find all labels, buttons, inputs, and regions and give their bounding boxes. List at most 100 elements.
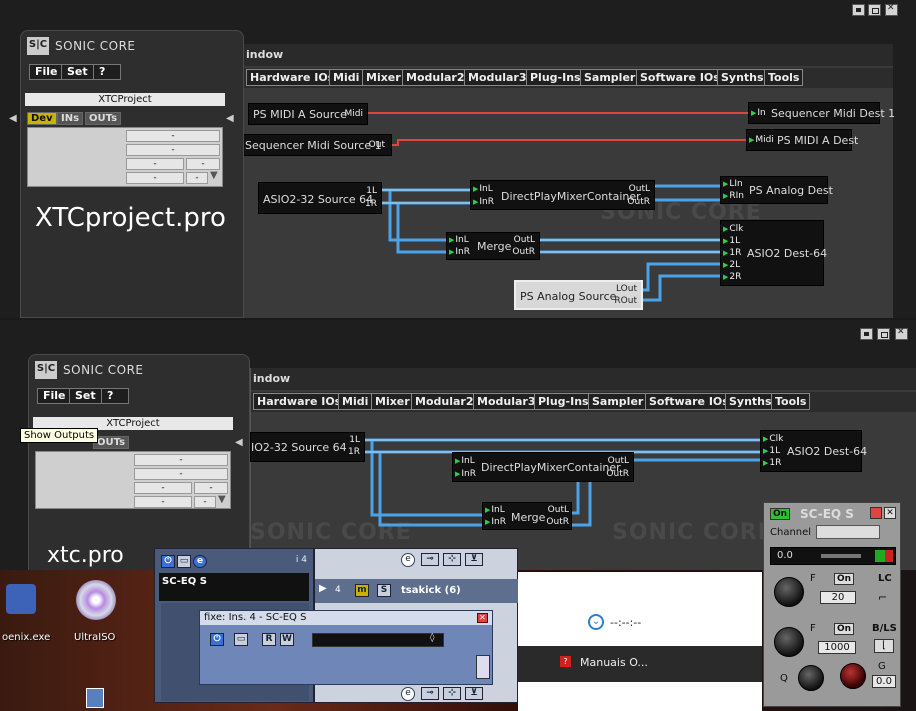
brand-name: SONIC CORE xyxy=(63,363,144,377)
node-asio2-dest[interactable]: Clk 1L 1R 2L 2R ASIO2 Dest-64 xyxy=(720,220,827,286)
freq-knob-1[interactable] xyxy=(774,577,804,607)
node-asio2-dest[interactable]: Clk 1L 1R ASIO2 Dest-64 xyxy=(760,430,867,472)
file-menu[interactable]: File xyxy=(37,388,72,404)
tab-ins[interactable]: INs xyxy=(57,112,84,125)
read-button[interactable]: R xyxy=(262,633,276,646)
q-label: Q xyxy=(780,673,788,684)
send-icon[interactable]: ⊻ xyxy=(465,553,483,566)
list-cell[interactable]: - xyxy=(194,482,228,494)
eq-icon[interactable]: ⊹ xyxy=(443,553,461,566)
band2-freq-value[interactable]: 1000 xyxy=(818,641,856,654)
io-icon[interactable]: ⊸ xyxy=(421,553,439,566)
bypass-icon[interactable]: ▭ xyxy=(177,555,191,568)
sc-eq-plugin: On SC-EQ S ✕ Channel 0.0 F On LC 20 ⌐ F … xyxy=(763,502,901,707)
tab-dev[interactable]: Dev xyxy=(27,112,57,125)
tab-outs[interactable]: OUTs xyxy=(93,436,130,449)
help-menu[interactable]: ? xyxy=(101,388,129,404)
file-menu[interactable]: File xyxy=(29,64,64,80)
node-ps-midi-a-dest[interactable]: Midi PS MIDI A Dest xyxy=(746,129,858,151)
edit-icon[interactable]: e xyxy=(401,687,415,701)
bookmark-icon[interactable]: ? xyxy=(560,656,571,667)
band2-on-button[interactable]: On xyxy=(834,623,854,635)
list-cell[interactable]: - xyxy=(194,496,216,508)
solo-button[interactable]: S xyxy=(377,584,391,597)
node-ps-analog-dest[interactable]: LIn RIn PS Analog Dest xyxy=(720,176,833,204)
node-directplay-mixer-container[interactable]: InL InR DirectPlayMixerContainer OutL Ou… xyxy=(452,452,634,482)
band1-type: LC xyxy=(878,573,892,584)
project-name[interactable]: XTCProject xyxy=(25,93,225,106)
shortcut-icon[interactable] xyxy=(86,688,104,708)
dropdown-arrow-icon[interactable]: ▼ xyxy=(218,494,226,505)
list-cell[interactable]: - xyxy=(126,172,184,184)
mute-button[interactable]: m xyxy=(355,584,369,597)
list-cell[interactable]: - xyxy=(134,482,192,494)
device-list[interactable]: - - - - - - ▼ xyxy=(27,127,223,187)
bookmark-item[interactable]: Manuais O... xyxy=(580,656,648,669)
power-icon[interactable]: ⏻ xyxy=(161,555,175,568)
node-asio2-32-source[interactable]: IO2-32 Source 64 1L 1R xyxy=(250,432,365,462)
meter-red xyxy=(885,550,893,562)
preset-menu-icon[interactable]: ◊ xyxy=(430,633,434,643)
power-button[interactable]: On xyxy=(770,508,790,520)
list-cell[interactable]: - xyxy=(126,130,220,142)
close-icon[interactable]: ✕ xyxy=(477,613,488,623)
gain-knob[interactable] xyxy=(840,663,866,689)
band1-on-button[interactable]: On xyxy=(834,573,854,585)
edit-icon[interactable]: e xyxy=(193,555,207,568)
node-merge[interactable]: InL InR Merge OutL OutR xyxy=(446,232,540,260)
send-icon[interactable]: ⊻ xyxy=(465,687,483,700)
audio-cable-6 xyxy=(396,203,446,254)
scroll-right-icon[interactable]: ◀ xyxy=(235,437,243,448)
band1-freq-value[interactable]: 20 xyxy=(820,591,856,604)
eq-icon[interactable]: ⊹ xyxy=(443,687,461,700)
edit-icon[interactable]: e xyxy=(401,553,415,567)
list-cell[interactable]: - xyxy=(126,158,184,170)
project-file-label: xtc.pro xyxy=(47,543,124,568)
track-name[interactable]: tsakick (6) xyxy=(401,585,461,596)
power-icon[interactable]: ⏻ xyxy=(210,633,224,646)
app-icon[interactable] xyxy=(6,584,36,614)
channel-select[interactable] xyxy=(816,525,880,539)
dropdown-arrow-icon[interactable]: ▼ xyxy=(210,170,218,181)
disc-icon[interactable] xyxy=(76,580,116,620)
q-knob[interactable] xyxy=(798,665,824,691)
io-icon[interactable]: ⊸ xyxy=(421,687,439,700)
scroll-left-icon[interactable]: ◀ xyxy=(9,113,19,125)
device-list[interactable]: - - - - - - ▼ xyxy=(35,451,231,509)
node-sequencer-midi-dest[interactable]: In Sequencer Midi Dest 1 xyxy=(748,102,895,124)
level-slider[interactable] xyxy=(821,554,861,558)
list-cell[interactable]: - xyxy=(186,158,220,170)
scrollbar[interactable] xyxy=(476,655,490,679)
list-cell[interactable]: - xyxy=(126,144,220,156)
node-asio2-32-source[interactable]: ASIO2-32 Source 64 1L 1R xyxy=(258,182,382,214)
scroll-right-icon[interactable]: ◀ xyxy=(226,113,234,124)
list-cell[interactable]: - xyxy=(134,496,192,508)
tab-outs[interactable]: OUTs xyxy=(85,112,122,125)
preset-field[interactable] xyxy=(312,633,444,647)
set-menu[interactable]: Set xyxy=(61,64,94,80)
desktop-icon-label[interactable]: UltraISO xyxy=(74,632,115,643)
list-cell[interactable]: - xyxy=(186,172,208,184)
write-button[interactable]: W xyxy=(280,633,294,646)
list-cell[interactable]: - xyxy=(134,454,228,466)
freq-knob-2[interactable] xyxy=(774,627,804,657)
sonic-core-sidebar: S|C SONIC CORE File Set ? XTCProject ◀ D… xyxy=(9,30,244,318)
node-ps-midi-a-source[interactable]: PS MIDI A Source Midi xyxy=(248,103,368,125)
node-sequencer-midi-source[interactable]: Sequencer Midi Source 1 Out xyxy=(240,134,392,156)
node-merge[interactable]: InL InR Merge OutL OutR xyxy=(482,502,572,530)
node-directplay-mixer-container[interactable]: InL InR DirectPlayMixerContainer OutL Ou… xyxy=(470,180,655,210)
set-menu[interactable]: Set xyxy=(69,388,102,404)
insert-slot-number: i 4 xyxy=(295,555,307,565)
bypass-icon[interactable]: ▭ xyxy=(234,633,248,646)
play-icon[interactable]: ▶ xyxy=(319,583,327,594)
node-ps-analog-source[interactable]: PS Analog Source LOut ROut xyxy=(514,280,643,310)
help-menu[interactable]: ? xyxy=(93,64,121,80)
chevron-down-icon[interactable]: ⌄ xyxy=(588,614,604,630)
desktop-icon-label[interactable]: oenix.exe xyxy=(2,632,50,643)
insert-slot[interactable]: SC-EQ S xyxy=(159,573,309,601)
gain-value[interactable]: 0.0 xyxy=(872,675,896,688)
close-icon[interactable]: ✕ xyxy=(884,507,896,519)
shelf-icon[interactable]: ⌊ xyxy=(874,639,894,653)
preset-icon[interactable] xyxy=(870,507,882,519)
list-cell[interactable]: - xyxy=(134,468,228,480)
